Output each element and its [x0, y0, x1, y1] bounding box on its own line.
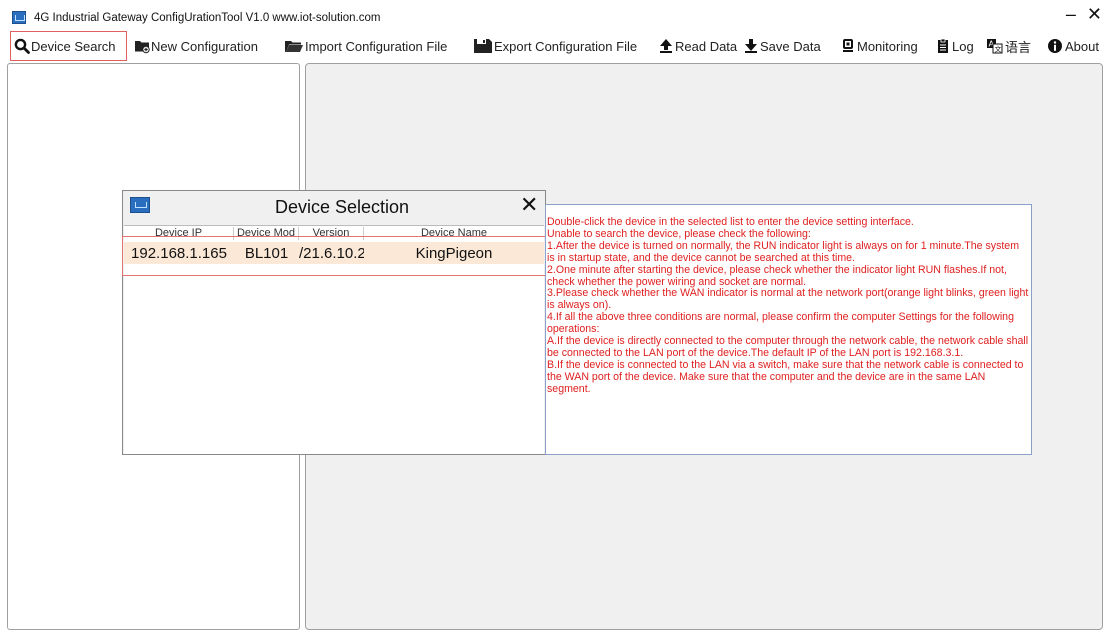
read-data-label: Read Data: [675, 38, 738, 54]
device-search-button[interactable]: Device Search: [10, 31, 127, 61]
window-title: 4G Industrial Gateway ConfigUrationTool …: [34, 12, 381, 24]
cell-device-ip: 192.168.1.165: [131, 245, 227, 262]
monitor-icon: [840, 38, 856, 54]
log-button[interactable]: Log: [935, 31, 974, 61]
upload-arrow-icon: [658, 38, 674, 54]
log-label: Log: [952, 38, 974, 54]
dialog-close-button[interactable]: ✕: [520, 193, 538, 217]
title-bar: 4G Industrial Gateway ConfigUrationTool …: [0, 0, 1108, 30]
cell-version: /21.6.10.2: [299, 245, 364, 262]
about-label: About: [1065, 38, 1099, 54]
export-configuration-button[interactable]: Export Configuration File: [473, 31, 637, 61]
info-line: A.If the device is directly connected to…: [547, 335, 1029, 359]
new-folder-icon: [134, 38, 150, 54]
cell-device-model: BL101: [244, 245, 289, 262]
info-line: 2.One minute after starting the device, …: [547, 263, 1007, 288]
monitoring-button[interactable]: Monitoring: [840, 31, 918, 61]
clipboard-icon: [935, 38, 951, 54]
read-data-button[interactable]: Read Data: [658, 31, 737, 61]
save-data-button[interactable]: Save Data: [743, 31, 821, 61]
info-line: 3.Please check whether the WAN indicator…: [547, 287, 1029, 312]
table-header: Device IP Device Mod Version Device Name: [124, 226, 544, 240]
download-arrow-icon: [743, 38, 759, 54]
info-icon: [1047, 38, 1063, 54]
folder-open-icon: [284, 38, 304, 54]
app-logo-icon: [12, 11, 26, 24]
export-configuration-label: Export Configuration File: [494, 38, 638, 54]
save-disk-icon: [473, 38, 493, 54]
close-window-button[interactable]: ✕: [1087, 5, 1102, 23]
column-header-version[interactable]: Version: [299, 227, 364, 240]
new-configuration-button[interactable]: New Configuration: [134, 31, 258, 61]
svg-text:文: 文: [995, 45, 1002, 54]
new-configuration-label: New Configuration: [151, 38, 258, 54]
column-header-device-ip[interactable]: Device IP: [124, 227, 234, 240]
device-search-label: Device Search: [31, 38, 116, 54]
help-info-text: Double-click the device in the selected …: [547, 216, 1029, 396]
info-line: 1.After the device is turned on normally…: [547, 239, 1020, 264]
dialog-logo-icon: [130, 197, 150, 213]
cell-device-name: KingPigeon: [415, 245, 493, 262]
help-info-panel: Double-click the device in the selected …: [545, 204, 1032, 455]
info-line: B.If the device is connected to the LAN …: [547, 358, 1024, 395]
minimize-button[interactable]: –: [1066, 5, 1076, 23]
monitoring-label: Monitoring: [857, 38, 918, 54]
window-controls: – ✕: [1060, 4, 1102, 25]
column-header-device-model[interactable]: Device Mod: [234, 227, 299, 240]
device-list-table[interactable]: Device IP Device Mod Version Device Name…: [124, 225, 544, 454]
language-button[interactable]: A文 语言: [986, 31, 1031, 61]
translate-icon: A文: [986, 38, 1004, 54]
toolbar: Device Search New Configuration Import C…: [0, 31, 1108, 61]
import-configuration-label: Import Configuration File: [305, 38, 448, 54]
save-data-label: Save Data: [760, 38, 821, 54]
column-header-device-name[interactable]: Device Name: [364, 227, 544, 240]
dialog-title: Device Selection: [275, 197, 410, 217]
about-button[interactable]: About: [1047, 31, 1099, 61]
device-selection-dialog: Device Selection ✕ Device IP Device Mod …: [122, 190, 546, 455]
search-icon: [14, 38, 30, 54]
info-line: 4.If all the above three conditions are …: [547, 311, 1014, 336]
table-row[interactable]: 192.168.1.165 BL101 /21.6.10.2 KingPigeo…: [124, 242, 544, 264]
language-label: 语言: [1005, 39, 1032, 55]
import-configuration-button[interactable]: Import Configuration File: [284, 31, 447, 61]
